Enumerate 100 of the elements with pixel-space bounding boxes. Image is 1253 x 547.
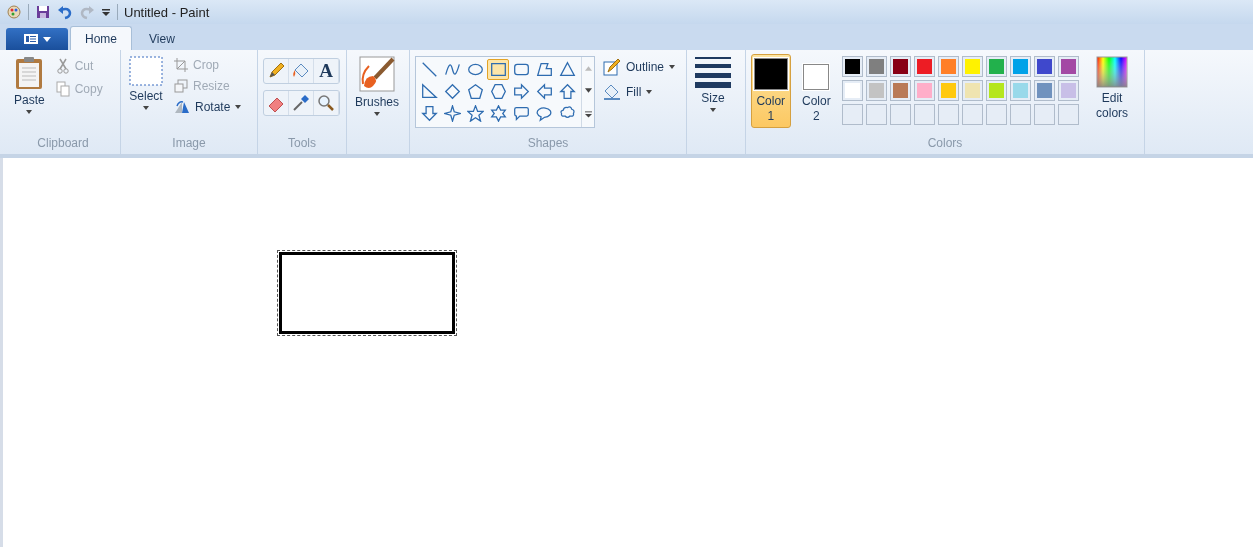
shape-option[interactable] bbox=[441, 103, 463, 124]
paint-bucket-icon bbox=[603, 83, 621, 101]
rectangle-icon bbox=[489, 61, 507, 78]
up-arrow-icon bbox=[558, 83, 576, 100]
fill-button[interactable]: Fill bbox=[601, 81, 678, 103]
caret-icon bbox=[235, 105, 242, 109]
caret-icon bbox=[374, 112, 380, 116]
customize-menu-icon[interactable] bbox=[101, 7, 111, 17]
caret-icon bbox=[143, 106, 149, 110]
line-widths-icon bbox=[695, 56, 731, 88]
palette-color[interactable] bbox=[914, 56, 936, 77]
palette-color[interactable] bbox=[842, 56, 864, 77]
palette-color[interactable] bbox=[1058, 80, 1080, 101]
undo-icon[interactable] bbox=[57, 4, 73, 20]
expand-gallery-icon[interactable] bbox=[584, 111, 592, 119]
four-point-star-icon bbox=[443, 105, 461, 122]
empty-color-slot[interactable] bbox=[914, 104, 936, 125]
right-arrow-icon bbox=[512, 83, 530, 100]
caret-icon bbox=[710, 108, 716, 112]
diamond-icon bbox=[443, 83, 461, 100]
select-button[interactable]: Select bbox=[126, 54, 166, 112]
palette-color[interactable] bbox=[842, 80, 864, 101]
paint-menu-button[interactable] bbox=[6, 28, 68, 50]
triangle-icon bbox=[558, 61, 576, 78]
palette-color[interactable] bbox=[1010, 80, 1032, 101]
color-slot-button[interactable]: Color 2 bbox=[796, 54, 837, 128]
group-label: Tools bbox=[287, 136, 317, 152]
empty-color-slot[interactable] bbox=[890, 104, 912, 125]
crop-icon bbox=[174, 58, 188, 72]
empty-color-slot[interactable] bbox=[938, 104, 960, 125]
scissors-icon bbox=[55, 58, 70, 74]
color-spectrum-icon bbox=[1096, 56, 1129, 88]
palette-color[interactable] bbox=[962, 56, 984, 77]
palette-color[interactable] bbox=[866, 80, 888, 101]
selected-rectangle-shape[interactable] bbox=[279, 252, 455, 334]
palette-color[interactable] bbox=[1058, 56, 1080, 77]
rounded-callout-icon bbox=[512, 105, 530, 122]
save-icon[interactable] bbox=[35, 4, 51, 20]
empty-color-slot[interactable] bbox=[866, 104, 888, 125]
empty-color-slot[interactable] bbox=[1010, 104, 1032, 125]
group-label: Shapes bbox=[526, 136, 570, 152]
palette-color[interactable] bbox=[986, 56, 1008, 77]
empty-color-slot[interactable] bbox=[1058, 104, 1080, 125]
selection-icon bbox=[129, 56, 163, 86]
eyedropper-icon bbox=[292, 94, 310, 112]
copy-icon bbox=[55, 81, 70, 97]
clipboard-icon bbox=[14, 56, 45, 90]
palette-color[interactable] bbox=[1034, 80, 1056, 101]
paste-button[interactable]: Paste bbox=[11, 54, 48, 116]
right-triangle-icon bbox=[420, 83, 438, 100]
pentagon-icon bbox=[466, 83, 484, 100]
palette-color[interactable] bbox=[914, 80, 936, 101]
window-title: Untitled - Paint bbox=[124, 4, 210, 20]
empty-color-slot[interactable] bbox=[1034, 104, 1056, 125]
palette-color[interactable] bbox=[866, 56, 888, 77]
pencil-icon bbox=[267, 62, 285, 80]
paint-app-icon[interactable] bbox=[6, 4, 22, 20]
color-slot-button[interactable]: Color 1 bbox=[751, 54, 791, 128]
caret-icon bbox=[26, 110, 33, 114]
palette-color[interactable] bbox=[1034, 56, 1056, 77]
group-label: Image bbox=[171, 136, 207, 152]
caret-icon bbox=[42, 36, 51, 42]
rotate-button[interactable]: Rotate bbox=[172, 98, 244, 116]
empty-color-slot[interactable] bbox=[986, 104, 1008, 125]
empty-color-slot[interactable] bbox=[962, 104, 984, 125]
five-point-star-icon bbox=[466, 105, 484, 122]
resize-icon bbox=[174, 79, 188, 93]
group-label: Colors bbox=[926, 136, 964, 152]
shape-option[interactable] bbox=[487, 103, 509, 124]
shape-option[interactable] bbox=[487, 59, 509, 80]
left-arrow-icon bbox=[535, 83, 553, 100]
palette-color[interactable] bbox=[890, 56, 912, 77]
line-icon bbox=[420, 61, 438, 78]
shape-option[interactable] bbox=[464, 103, 486, 124]
scroll-down-icon[interactable] bbox=[584, 88, 592, 94]
group-label: Clipboard bbox=[36, 136, 90, 152]
caret-icon bbox=[669, 65, 676, 69]
outline-button[interactable]: Outline bbox=[601, 56, 678, 78]
palette-color[interactable] bbox=[962, 80, 984, 101]
ribbon-tab[interactable]: View bbox=[134, 26, 190, 50]
curve-icon bbox=[443, 61, 461, 78]
paint-bucket-icon bbox=[292, 62, 310, 80]
palette-color[interactable] bbox=[986, 80, 1008, 101]
palette-color[interactable] bbox=[1010, 56, 1032, 77]
pencil-icon bbox=[603, 58, 621, 76]
oval-callout-icon bbox=[535, 105, 553, 122]
caret-icon bbox=[646, 90, 653, 94]
rotate-icon bbox=[174, 100, 190, 114]
brush-icon bbox=[359, 56, 395, 92]
palette-color[interactable] bbox=[938, 80, 960, 101]
palette-color[interactable] bbox=[938, 56, 960, 77]
empty-color-slot[interactable] bbox=[842, 104, 864, 125]
brushes-button[interactable]: Brushes bbox=[352, 54, 403, 118]
size-button[interactable]: Size bbox=[692, 54, 734, 114]
palette-color[interactable] bbox=[890, 80, 912, 101]
hexagon-icon bbox=[489, 83, 507, 100]
ribbon-tab[interactable]: Home bbox=[70, 26, 132, 50]
polygon-icon bbox=[535, 61, 553, 78]
six-point-star-icon bbox=[489, 105, 507, 122]
edit-colors-button[interactable]: Edit colors bbox=[1085, 54, 1139, 123]
